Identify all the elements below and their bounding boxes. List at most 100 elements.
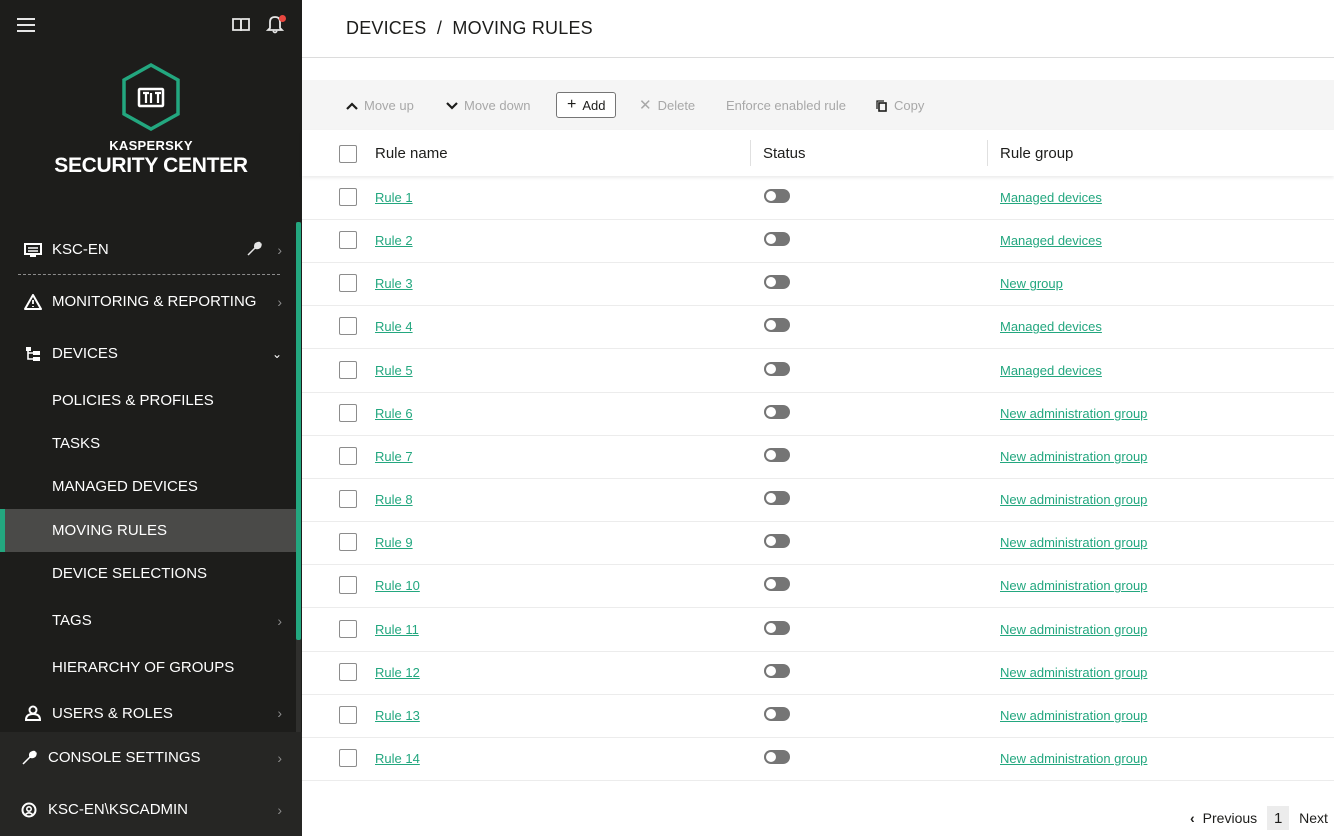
enforce-enabled-rule-button[interactable]: Enforce enabled rule <box>726 98 846 113</box>
table-row[interactable]: Rule 10 New administration group <box>302 564 1334 609</box>
table-row[interactable]: Rule 12 New administration group <box>302 651 1334 695</box>
rule-group-link[interactable]: New administration group <box>1000 406 1147 421</box>
rule-name-link[interactable]: Rule 14 <box>375 751 420 766</box>
status-toggle[interactable] <box>764 318 790 333</box>
row-checkbox[interactable] <box>339 274 357 293</box>
rule-group-link[interactable]: New administration group <box>1000 492 1147 507</box>
status-toggle[interactable] <box>764 361 790 376</box>
table-row[interactable]: Rule 13 New administration group <box>302 694 1334 738</box>
rule-name-link[interactable]: Rule 6 <box>375 406 413 421</box>
table-row[interactable]: Rule 6 New administration group <box>302 392 1334 436</box>
row-checkbox[interactable] <box>339 360 357 379</box>
select-all-checkbox[interactable] <box>339 145 357 163</box>
row-checkbox[interactable] <box>339 231 357 250</box>
rule-name-link[interactable]: Rule 3 <box>375 276 413 291</box>
table-row[interactable]: Rule 4 Managed devices <box>302 305 1334 350</box>
add-button[interactable]: + Add <box>556 92 617 118</box>
sidebar-item-account[interactable]: KSC-EN\KSCADMIN › <box>0 788 296 831</box>
status-toggle[interactable] <box>764 447 790 462</box>
book-icon[interactable] <box>231 16 251 34</box>
rule-name-link[interactable]: Rule 4 <box>375 319 413 334</box>
sidebar-item-tags[interactable]: TAGS › <box>0 599 296 642</box>
sidebar-item-tasks[interactable]: TASKS <box>0 422 296 465</box>
rule-group-link[interactable]: New administration group <box>1000 535 1147 550</box>
rule-name-link[interactable]: Rule 12 <box>375 665 420 680</box>
rule-group-link[interactable]: New administration group <box>1000 708 1147 723</box>
move-up-button[interactable]: Move up <box>346 98 414 113</box>
table-row[interactable]: Rule 11 New administration group <box>302 608 1334 652</box>
rule-group-link[interactable]: Managed devices <box>1000 233 1102 248</box>
rule-name-link[interactable]: Rule 7 <box>375 449 413 464</box>
next-page-button[interactable]: Next <box>1299 810 1328 826</box>
sidebar-item-server[interactable]: KSC-EN › <box>0 228 296 271</box>
rule-name-link[interactable]: Rule 1 <box>375 190 413 205</box>
rule-name-link[interactable]: Rule 13 <box>375 708 420 723</box>
rule-group-link[interactable]: New administration group <box>1000 665 1147 680</box>
rule-group-link[interactable]: New administration group <box>1000 449 1147 464</box>
sidebar-scrollbar-thumb[interactable] <box>296 222 301 640</box>
sidebar-item-policies[interactable]: POLICIES & PROFILES <box>0 379 296 422</box>
rule-group-link[interactable]: New administration group <box>1000 622 1147 637</box>
row-checkbox[interactable] <box>339 619 357 638</box>
status-toggle[interactable] <box>764 189 790 203</box>
row-checkbox[interactable] <box>339 662 357 681</box>
table-row[interactable]: Rule 7 New administration group <box>302 435 1334 479</box>
status-toggle[interactable] <box>764 275 790 290</box>
table-row[interactable]: Rule 1 Managed devices <box>302 176 1334 220</box>
rule-group-link[interactable]: Managed devices <box>1000 319 1102 334</box>
sidebar-item-devices[interactable]: DEVICES ⌄ <box>0 332 296 375</box>
rule-name-link[interactable]: Rule 8 <box>375 492 413 507</box>
sidebar-item-managed-devices[interactable]: MANAGED DEVICES <box>0 465 296 508</box>
status-toggle[interactable] <box>764 404 790 419</box>
row-checkbox[interactable] <box>339 403 357 422</box>
row-checkbox[interactable] <box>339 490 357 509</box>
table-row[interactable]: Rule 5 Managed devices <box>302 349 1334 393</box>
row-checkbox[interactable] <box>339 748 357 767</box>
rule-group-link[interactable]: New administration group <box>1000 751 1147 766</box>
rule-name-link[interactable]: Rule 5 <box>375 363 413 378</box>
sidebar-item-hierarchy[interactable]: HIERARCHY OF GROUPS <box>0 646 296 689</box>
status-toggle[interactable] <box>764 749 790 764</box>
table-row[interactable]: Rule 8 New administration group <box>302 478 1334 523</box>
sidebar-item-device-selections[interactable]: DEVICE SELECTIONS <box>0 552 296 595</box>
row-checkbox[interactable] <box>339 533 357 552</box>
status-toggle[interactable] <box>764 491 790 506</box>
column-resize-handle[interactable] <box>750 140 751 166</box>
rule-name-link[interactable]: Rule 11 <box>375 622 419 637</box>
rule-group-link[interactable]: Managed devices <box>1000 190 1102 205</box>
rule-name-link[interactable]: Rule 10 <box>375 578 420 593</box>
row-checkbox[interactable] <box>339 188 357 206</box>
table-row[interactable]: Rule 2 Managed devices <box>302 219 1334 264</box>
rule-group-link[interactable]: Managed devices <box>1000 363 1102 378</box>
sidebar-item-monitoring[interactable]: MONITORING & REPORTING › <box>0 280 296 323</box>
column-header-rule-name[interactable]: Rule name <box>375 145 448 162</box>
move-down-button[interactable]: Move down <box>446 98 530 113</box>
wrench-icon[interactable] <box>246 241 262 261</box>
sidebar-item-moving-rules[interactable]: MOVING RULES <box>0 509 296 552</box>
previous-page-button[interactable]: ‹ Previous <box>1190 810 1257 826</box>
row-checkbox[interactable] <box>339 446 357 465</box>
status-toggle[interactable] <box>764 663 790 678</box>
status-toggle[interactable] <box>764 232 790 247</box>
column-header-rule-group[interactable]: Rule group <box>1000 145 1073 162</box>
status-toggle[interactable] <box>764 620 790 635</box>
sidebar-item-users-roles[interactable]: USERS & ROLES › <box>0 694 296 732</box>
rule-name-link[interactable]: Rule 2 <box>375 233 413 248</box>
row-checkbox[interactable] <box>339 317 357 336</box>
column-resize-handle[interactable] <box>987 140 988 166</box>
rule-group-link[interactable]: New administration group <box>1000 578 1147 593</box>
hamburger-menu-icon[interactable] <box>17 18 35 32</box>
page-number[interactable]: 1 <box>1267 806 1290 830</box>
rule-name-link[interactable]: Rule 9 <box>375 535 413 550</box>
delete-button[interactable]: ✕ Delete <box>639 98 695 113</box>
status-toggle[interactable] <box>764 577 790 592</box>
status-toggle[interactable] <box>764 706 790 721</box>
status-toggle[interactable] <box>764 534 790 549</box>
table-row[interactable]: Rule 9 New administration group <box>302 521 1334 566</box>
table-row[interactable]: Rule 3 New group <box>302 262 1334 307</box>
sidebar-item-console-settings[interactable]: CONSOLE SETTINGS › <box>0 736 296 779</box>
column-header-status[interactable]: Status <box>763 145 806 162</box>
row-checkbox[interactable] <box>339 705 357 724</box>
table-row[interactable]: Rule 14 New administration group <box>302 737 1334 781</box>
row-checkbox[interactable] <box>339 576 357 595</box>
